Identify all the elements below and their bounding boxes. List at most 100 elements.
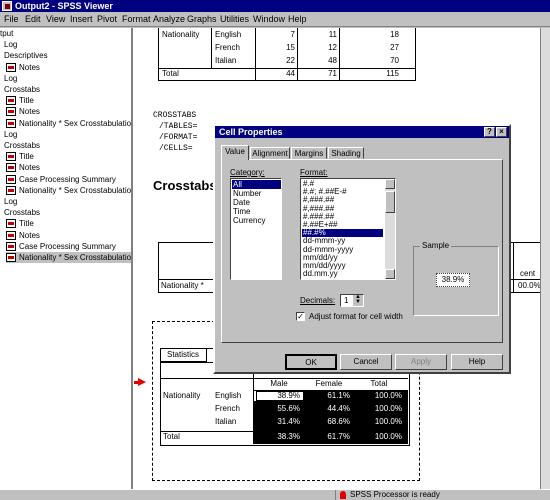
scroll-thumb[interactable]: [385, 191, 395, 213]
outline-item[interactable]: Crosstabs: [4, 207, 131, 218]
cell: 12: [328, 43, 337, 52]
cell[interactable]: 44.4%: [304, 404, 350, 414]
frequency-table[interactable]: Nationality English 7 11 18 French 15 12…: [158, 28, 416, 81]
column-label: cent: [520, 269, 536, 278]
syntax-log[interactable]: CROSSTABS /TABLES= /FORMAT= /CELLS=: [153, 110, 197, 154]
spss-app-icon[interactable]: [2, 1, 12, 11]
outline-item[interactable]: Notes: [6, 162, 131, 173]
format-list-scrollbar[interactable]: [385, 179, 395, 279]
decimals-value[interactable]: 1: [344, 296, 348, 306]
cell-selected[interactable]: 38.9%: [254, 391, 300, 401]
outline-item[interactable]: Title: [6, 95, 131, 106]
cell[interactable]: 68.6%: [304, 417, 350, 427]
decimals-spinner[interactable]: 1 ▲ ▼: [340, 294, 364, 307]
outline-item[interactable]: Title: [6, 218, 131, 229]
cell[interactable]: 100.0%: [354, 417, 402, 427]
menu-analyze[interactable]: Analyze: [153, 13, 185, 25]
format-list[interactable]: #.# #.#; #.##E-# #,###.## #,###.## #.###.## #…: [300, 178, 396, 280]
output-object-icon: [6, 96, 16, 106]
cell: 7: [290, 30, 295, 39]
sample-label: Sample: [420, 241, 452, 251]
ok-button[interactable]: OK: [285, 354, 337, 370]
cell[interactable]: 38.3%: [254, 432, 300, 442]
menu-file[interactable]: File: [4, 13, 19, 25]
outline-item[interactable]: Nationality * Sex Crosstabulation: [6, 118, 131, 129]
outline-item[interactable]: Case Processing Summary: [6, 174, 131, 185]
scroll-up-icon[interactable]: [385, 179, 395, 189]
outline-item[interactable]: Nationality * Sex Crosstabulation: [6, 185, 131, 196]
menu-format[interactable]: Format: [122, 13, 151, 25]
outline-item[interactable]: Log: [4, 129, 131, 140]
cell[interactable]: 61.7%: [304, 432, 350, 442]
processor-status-icon: [340, 491, 346, 499]
tab-alignment[interactable]: Alignment: [250, 147, 290, 159]
cancel-button[interactable]: Cancel: [340, 354, 392, 370]
cell[interactable]: 61.1%: [304, 391, 350, 401]
menu-edit[interactable]: Edit: [25, 13, 41, 25]
outline-item[interactable]: Title: [6, 151, 131, 162]
cell[interactable]: 100.0%: [354, 432, 402, 442]
cell[interactable]: 100.0%: [354, 391, 402, 401]
category-item[interactable]: Time: [232, 207, 281, 216]
outline-item[interactable]: tput: [0, 28, 131, 39]
close-icon[interactable]: ×: [496, 127, 507, 137]
outline-item[interactable]: Log: [4, 73, 131, 84]
cell[interactable]: 100.0%: [354, 404, 402, 414]
vertical-scrollbar[interactable]: [540, 28, 550, 489]
outline-item[interactable]: Notes: [6, 106, 131, 117]
format-item[interactable]: dd.mm.yy: [302, 270, 383, 278]
syntax-line: /TABLES=: [159, 122, 198, 131]
help-icon[interactable]: ?: [484, 127, 495, 137]
adjust-format-checkbox[interactable]: ✓: [296, 312, 305, 321]
spin-arrows-icon[interactable]: ▲ ▼: [353, 294, 363, 306]
output-object-icon: [6, 185, 16, 195]
section-heading[interactable]: Crosstabs: [153, 178, 217, 193]
tab-shading[interactable]: Shading: [328, 147, 364, 159]
outline-item[interactable]: Crosstabs: [4, 140, 131, 151]
outline-item[interactable]: Crosstabs: [4, 84, 131, 95]
menu-pivot[interactable]: Pivot: [97, 13, 117, 25]
menu-help[interactable]: Help: [288, 13, 307, 25]
menu-utilities[interactable]: Utilities: [220, 13, 249, 25]
outline-item[interactable]: Log: [4, 39, 131, 50]
outline-pane[interactable]: tput Log Descriptives Notes Log Crosstabs Titl…: [0, 28, 133, 489]
row-label-english: English: [215, 391, 242, 400]
sample-value: 38.9%: [436, 273, 470, 287]
category-list[interactable]: All Number Date Time Currency: [230, 178, 282, 280]
outline-item[interactable]: Notes: [6, 230, 131, 241]
category-item[interactable]: Currency: [232, 216, 281, 225]
tab-value[interactable]: Value: [221, 145, 249, 160]
total-label: Total: [162, 69, 179, 78]
scroll-down-icon[interactable]: [385, 269, 395, 279]
category-item[interactable]: Number: [232, 189, 281, 198]
column-header-total: Total: [370, 379, 388, 388]
menu-view[interactable]: View: [46, 13, 65, 25]
category-item[interactable]: All: [232, 180, 281, 189]
outline-item[interactable]: Notes: [6, 62, 131, 73]
format-label: Format:: [300, 168, 328, 177]
outline-item-label: Notes: [19, 230, 40, 240]
outline-item-label: Log: [4, 129, 18, 139]
tab-margins[interactable]: Margins: [291, 147, 327, 159]
outline-item[interactable]: Case Processing Summary: [6, 241, 131, 252]
outline-item-label: Case Processing Summary: [19, 241, 116, 251]
statistics-label[interactable]: Statistics: [167, 350, 199, 360]
cell[interactable]: 55.6%: [254, 404, 300, 414]
cell[interactable]: 31.4%: [254, 417, 300, 427]
cell-properties-dialog: Cell Properties ? × Value Alignment Marg…: [213, 124, 511, 374]
selection-arrow-shaft: [134, 381, 139, 384]
help-button[interactable]: Help: [451, 354, 503, 370]
menu-bar: File Edit View Insert Pivot Format Analy…: [0, 12, 550, 27]
outline-item-label: Notes: [19, 62, 40, 72]
column-header-male: Male: [270, 379, 288, 388]
outline-item-label: Log: [4, 40, 18, 50]
category-item[interactable]: Date: [232, 198, 281, 207]
outline-item[interactable]: Descriptives: [4, 50, 131, 61]
menu-insert[interactable]: Insert: [70, 13, 93, 25]
outline-item[interactable]: Nationality * Sex Crosstabulation: [6, 252, 131, 263]
row-header: Nationality: [163, 391, 201, 400]
syntax-line: /FORMAT=: [159, 133, 198, 142]
outline-item[interactable]: Log: [4, 196, 131, 207]
menu-window[interactable]: Window: [253, 13, 285, 25]
menu-graphs[interactable]: Graphs: [187, 13, 217, 25]
